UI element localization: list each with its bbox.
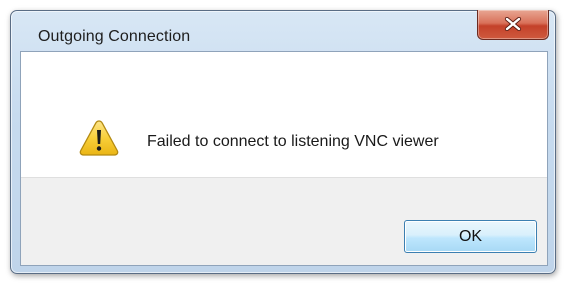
title-bar[interactable]: Outgoing Connection: [11, 10, 555, 51]
ok-button[interactable]: OK: [404, 220, 537, 253]
close-button[interactable]: [477, 10, 549, 40]
warning-icon: [79, 120, 119, 156]
message-area: Failed to connect to listening VNC viewe…: [21, 52, 547, 177]
close-icon: [504, 17, 522, 31]
dialog-client-area: Failed to connect to listening VNC viewe…: [20, 51, 548, 266]
window-title: Outgoing Connection: [38, 28, 191, 45]
dialog-window: Outgoing Connection Failed to connect to…: [10, 10, 556, 274]
message-text: Failed to connect to listening VNC viewe…: [147, 133, 439, 150]
button-bar: OK: [21, 177, 547, 265]
